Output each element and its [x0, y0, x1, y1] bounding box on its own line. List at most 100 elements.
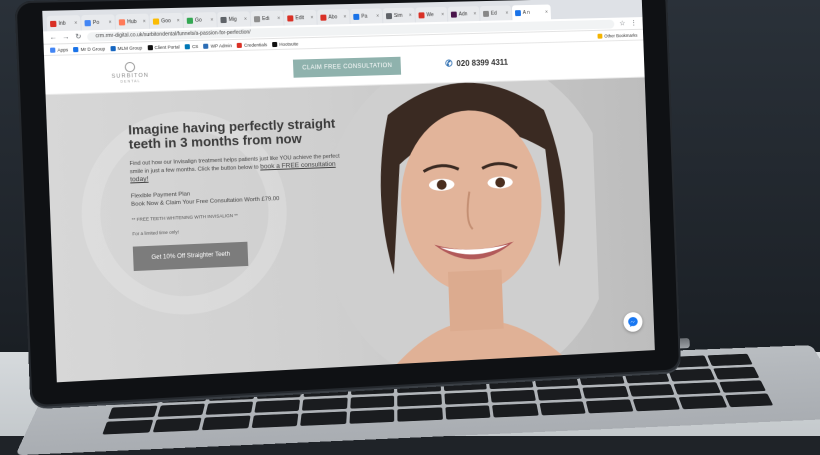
bookmark-item[interactable]: WP Admin: [203, 43, 232, 49]
browser-tab[interactable]: Abo ×: [317, 9, 350, 25]
bookmark-item[interactable]: Mr D Group: [73, 46, 105, 52]
keyboard-key: [632, 397, 680, 412]
tab-label: Go: [194, 16, 202, 24]
keyboard-key: [585, 399, 633, 414]
tab-label: Edit: [295, 14, 305, 21]
browser-tab[interactable]: Ed ×: [479, 5, 512, 21]
tab-close-icon[interactable]: ×: [310, 14, 313, 20]
tab-favicon-icon: [320, 14, 327, 21]
menu-icon[interactable]: ⋮: [630, 19, 637, 27]
forward-icon[interactable]: →: [62, 33, 70, 40]
tab-close-icon[interactable]: ×: [409, 12, 412, 18]
site-logo[interactable]: SURBITON DENTAL: [109, 61, 151, 84]
bookmark-favicon-icon: [73, 46, 79, 52]
model-photo: [316, 77, 602, 378]
keyboard-key: [301, 397, 348, 411]
keyboard-key: [107, 405, 158, 420]
browser-window: Inb × Po × Hub × Goo × Go × Mig × Edi × Edit × Abo × Pa × Si…: [42, 0, 655, 383]
browser-tab[interactable]: Inb ×: [46, 15, 81, 32]
tab-close-icon[interactable]: ×: [210, 17, 213, 23]
browser-tab[interactable]: Mig ×: [217, 11, 251, 28]
tab-favicon-icon: [353, 13, 360, 20]
bookmark-favicon-icon: [147, 44, 153, 50]
tab-close-icon[interactable]: ×: [505, 10, 508, 16]
keyboard-key: [443, 391, 489, 405]
tab-close-icon[interactable]: ×: [343, 14, 346, 20]
back-icon[interactable]: ←: [49, 34, 57, 41]
keyboard-key: [444, 405, 491, 420]
tab-close-icon[interactable]: ×: [108, 19, 111, 25]
keyboard-key: [156, 403, 206, 418]
keyboard-key: [668, 368, 715, 382]
bookmark-item[interactable]: Hootsuite: [272, 41, 298, 47]
tab-close-icon[interactable]: ×: [473, 11, 476, 17]
browser-tab[interactable]: Goo ×: [149, 12, 184, 29]
claim-consultation-button[interactable]: CLAIM FREE CONSULTATION: [292, 56, 402, 78]
reload-icon[interactable]: ↻: [75, 33, 83, 41]
bookmark-favicon-icon: [49, 47, 56, 53]
bookmark-item[interactable]: Apps: [49, 47, 68, 53]
browser-tab[interactable]: We ×: [415, 6, 448, 23]
whitening-note: ** FREE TEETH WHITENING WITH INVISALIGN …: [131, 212, 239, 223]
keyboard-key: [706, 353, 753, 366]
phone-link[interactable]: ✆ 020 8399 4311: [445, 57, 508, 70]
tab-close-icon[interactable]: ×: [376, 13, 379, 19]
browser-tab[interactable]: Sim ×: [382, 7, 415, 24]
bookmark-label: Client Portal: [154, 43, 180, 50]
tab-close-icon[interactable]: ×: [177, 17, 180, 23]
keyboard-key: [397, 407, 443, 422]
keyboard-key: [102, 419, 153, 435]
browser-tab[interactable]: Edi ×: [250, 10, 284, 27]
tab-label: Pa: [361, 13, 368, 20]
tab-favicon-icon: [450, 11, 457, 18]
keyboard-key: [205, 401, 253, 416]
tab-favicon-icon: [385, 12, 393, 19]
keyboard-key: [539, 401, 586, 416]
messenger-icon[interactable]: [623, 311, 643, 333]
browser-tab[interactable]: Edit ×: [283, 9, 317, 26]
browser-tab[interactable]: Po ×: [81, 14, 116, 31]
bookmark-label: Credentials: [244, 41, 268, 48]
logo-mark-icon: [124, 61, 136, 73]
phone-icon: ✆: [445, 58, 453, 69]
limited-time-note: For a limited time only!: [132, 229, 179, 237]
browser-tab[interactable]: Go ×: [183, 12, 217, 29]
tab-close-icon[interactable]: ×: [277, 15, 280, 21]
tab-label: Goo: [161, 17, 171, 24]
tab-favicon-icon: [220, 16, 227, 23]
tab-label: A n: [522, 9, 530, 16]
keyboard-key: [490, 389, 536, 403]
tab-close-icon[interactable]: ×: [545, 9, 548, 15]
tab-favicon-icon: [253, 15, 261, 22]
browser-tab[interactable]: A n ×: [511, 4, 551, 21]
phone-number: 020 8399 4311: [456, 57, 509, 69]
tab-favicon-icon: [118, 18, 126, 25]
tab-close-icon[interactable]: ×: [244, 16, 247, 22]
tab-favicon-icon: [152, 17, 160, 25]
get-discount-button[interactable]: Get 10% Off Straighter Teeth: [132, 241, 249, 272]
bookmark-item[interactable]: Credentials: [236, 41, 268, 48]
tab-label: Mig: [228, 16, 237, 23]
tab-favicon-icon: [84, 19, 91, 26]
tab-favicon-icon: [49, 20, 57, 27]
browser-tab[interactable]: Adn ×: [447, 6, 480, 22]
star-icon[interactable]: ☆: [619, 19, 626, 27]
tab-close-icon[interactable]: ×: [74, 20, 77, 26]
browser-tab[interactable]: Hub ×: [115, 13, 150, 30]
bookmark-label: WP Admin: [210, 42, 233, 49]
tab-label: Abo: [328, 13, 338, 21]
bookmark-item[interactable]: Client Portal: [147, 44, 180, 50]
bookmark-favicon-icon: [236, 42, 243, 48]
bookmark-item[interactable]: MLM Group: [110, 45, 142, 51]
browser-tab[interactable]: Pa ×: [350, 8, 383, 25]
keyboard-key: [492, 403, 539, 418]
hero-headline: Imagine having perfectly straight teeth …: [127, 115, 336, 152]
keyboard-key: [397, 393, 442, 407]
tab-close-icon[interactable]: ×: [143, 18, 146, 24]
tab-close-icon[interactable]: ×: [441, 11, 444, 17]
bookmark-item[interactable]: CS: [184, 43, 198, 49]
other-bookmarks[interactable]: Other Bookmarks: [597, 32, 638, 39]
keyboard-key: [582, 385, 629, 399]
hero-description: Find out how our Invisalign treatment he…: [129, 152, 343, 184]
logo-subtitle: DENTAL: [120, 79, 141, 84]
